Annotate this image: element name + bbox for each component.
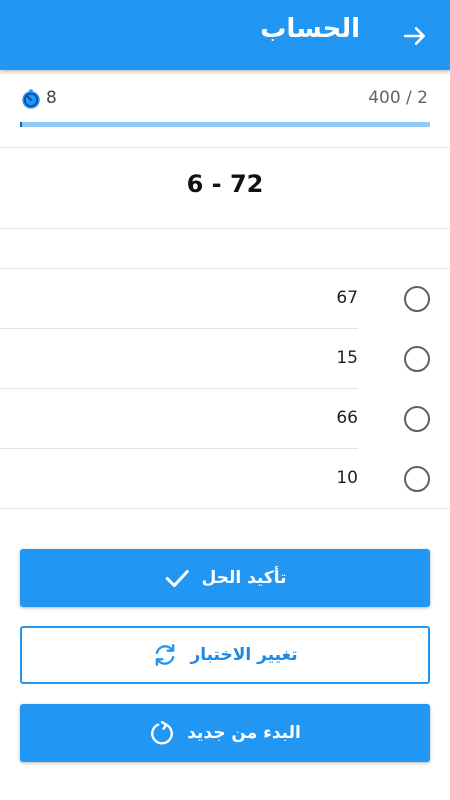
radio-button[interactable] <box>404 406 430 432</box>
change-quiz-button[interactable]: تغيير الاختبار <box>20 626 430 684</box>
answer-option[interactable]: 15 <box>0 329 450 389</box>
change-quiz-label: تغيير الاختبار <box>190 645 298 665</box>
page-title: الحساب <box>260 14 360 44</box>
progress-fill <box>20 122 23 127</box>
check-icon <box>165 569 189 588</box>
divider <box>0 147 450 148</box>
confirm-button[interactable]: تأكيد الحل <box>20 549 430 607</box>
divider <box>0 508 450 509</box>
divider <box>0 228 450 229</box>
radio-button[interactable] <box>404 286 430 312</box>
timer-value: 8 <box>46 88 57 108</box>
answer-option[interactable]: 10 <box>0 449 450 509</box>
progress-bar <box>20 122 430 127</box>
answer-option[interactable]: 67 <box>0 269 450 329</box>
question-text: 6 - 72 <box>186 170 264 198</box>
arrow-right-icon[interactable] <box>402 23 428 49</box>
restart-button[interactable]: البدء من جديد <box>20 704 430 762</box>
app-bar: الحساب <box>0 0 450 70</box>
status-row: 8 400 / 2 <box>0 80 450 120</box>
confirm-label: تأكيد الحل <box>201 568 287 588</box>
timer-icon <box>22 89 40 109</box>
answer-value: 66 <box>336 408 358 428</box>
refresh-icon <box>156 644 175 666</box>
restart-icon <box>151 720 174 745</box>
answer-value: 67 <box>336 288 358 308</box>
radio-button[interactable] <box>404 346 430 372</box>
answer-option[interactable]: 66 <box>0 389 450 449</box>
answer-value: 15 <box>336 348 358 368</box>
restart-label: البدء من جديد <box>187 723 301 743</box>
question-counter: 400 / 2 <box>368 88 428 108</box>
answer-value: 10 <box>336 468 358 488</box>
radio-button[interactable] <box>404 466 430 492</box>
